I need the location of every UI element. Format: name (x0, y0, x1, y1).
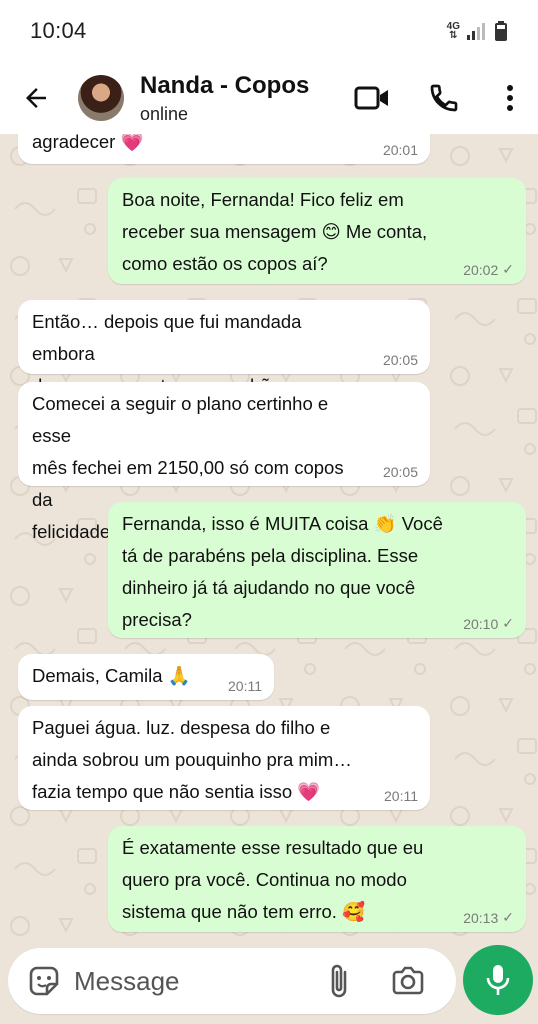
microphone-icon (486, 965, 510, 995)
status-bar: 10:04 4G ⇅ (0, 0, 538, 62)
voice-message-button[interactable] (463, 945, 533, 1015)
paperclip-icon (331, 964, 347, 998)
sticker-icon (29, 966, 59, 996)
video-call-button[interactable] (350, 76, 394, 120)
more-vertical-icon (507, 85, 513, 111)
header-actions (350, 76, 538, 120)
message-bubble-incoming[interactable]: agradecer 💗 20:01 (18, 134, 430, 164)
network-indicator: 4G ⇅ (447, 22, 460, 41)
message-meta: 20:05 (383, 352, 418, 368)
attach-button[interactable] (320, 959, 360, 1003)
message-time: 20:05 (382, 352, 418, 368)
contact-name: Nanda - Copos (140, 71, 310, 99)
message-text: Paguei água. luz. despesa do filho e ain… (32, 717, 352, 802)
camera-button[interactable] (386, 959, 430, 1003)
chat-header: Nanda - Copos online (0, 62, 538, 134)
message-time: 20:02 (463, 261, 499, 278)
message-time: 20:10 (463, 615, 499, 632)
battery-icon (495, 21, 507, 41)
back-button[interactable] (6, 68, 66, 128)
contact-info[interactable]: Nanda - Copos online (140, 72, 309, 125)
message-bubble-outgoing[interactable]: Fernanda, isso é MUITA coisa 👏 Você tá d… (108, 502, 526, 638)
message-bubble-outgoing[interactable]: Boa noite, Fernanda! Fico feliz em receb… (108, 178, 526, 284)
message-bubble-outgoing[interactable]: É exatamente esse resultado que eu quero… (108, 826, 526, 932)
camera-icon (392, 966, 424, 995)
signal-icon (467, 23, 485, 40)
message-bubble-incoming[interactable]: Então… depois que fui mandada embora da … (18, 300, 430, 396)
message-meta: 20:10 ✓ (463, 615, 514, 632)
message-time: 20:05 (382, 464, 418, 480)
sent-check-icon: ✓ (502, 261, 514, 277)
phone-icon (430, 84, 458, 112)
sent-check-icon: ✓ (502, 615, 514, 631)
arrow-left-icon (26, 88, 46, 108)
status-icons: 4G ⇅ (447, 20, 508, 42)
message-time: 20:11 (228, 678, 262, 694)
voice-call-button[interactable] (422, 76, 466, 120)
chat-area[interactable]: agradecer 💗 20:01 Boa noite, Fernanda! F… (0, 134, 538, 940)
input-bar (0, 940, 538, 1024)
message-text: agradecer 💗 (32, 134, 144, 152)
message-time: 20:11 (384, 788, 418, 804)
status-time: 10:04 (30, 18, 87, 43)
message-meta: 20:02 ✓ (463, 261, 514, 278)
message-meta: 20:05 (383, 464, 418, 480)
message-meta: 20:13 ✓ (463, 909, 514, 926)
sticker-button[interactable] (22, 959, 66, 1003)
message-bubble-incoming[interactable]: Comecei a seguir o plano certinho e esse… (18, 382, 430, 542)
compose-box (8, 948, 456, 1014)
sent-check-icon: ✓ (502, 909, 514, 925)
contact-status: online (140, 103, 189, 124)
more-options-button[interactable] (488, 76, 532, 120)
message-meta: 20:11 (384, 788, 418, 804)
message-bubble-incoming[interactable]: Paguei água. luz. despesa do filho e ain… (18, 706, 430, 810)
message-meta: 20:11 (228, 678, 262, 694)
message-bubble-incoming[interactable]: Demais, Camila 🙏 20:11 (18, 654, 274, 700)
message-time: 20:13 (463, 909, 499, 926)
video-camera-icon (354, 86, 388, 110)
message-meta: 20:01 (383, 142, 418, 158)
message-time: 20:01 (382, 142, 418, 158)
message-input[interactable] (74, 965, 304, 997)
contact-avatar[interactable] (78, 75, 124, 121)
data-arrows-icon: ⇅ (449, 30, 458, 41)
